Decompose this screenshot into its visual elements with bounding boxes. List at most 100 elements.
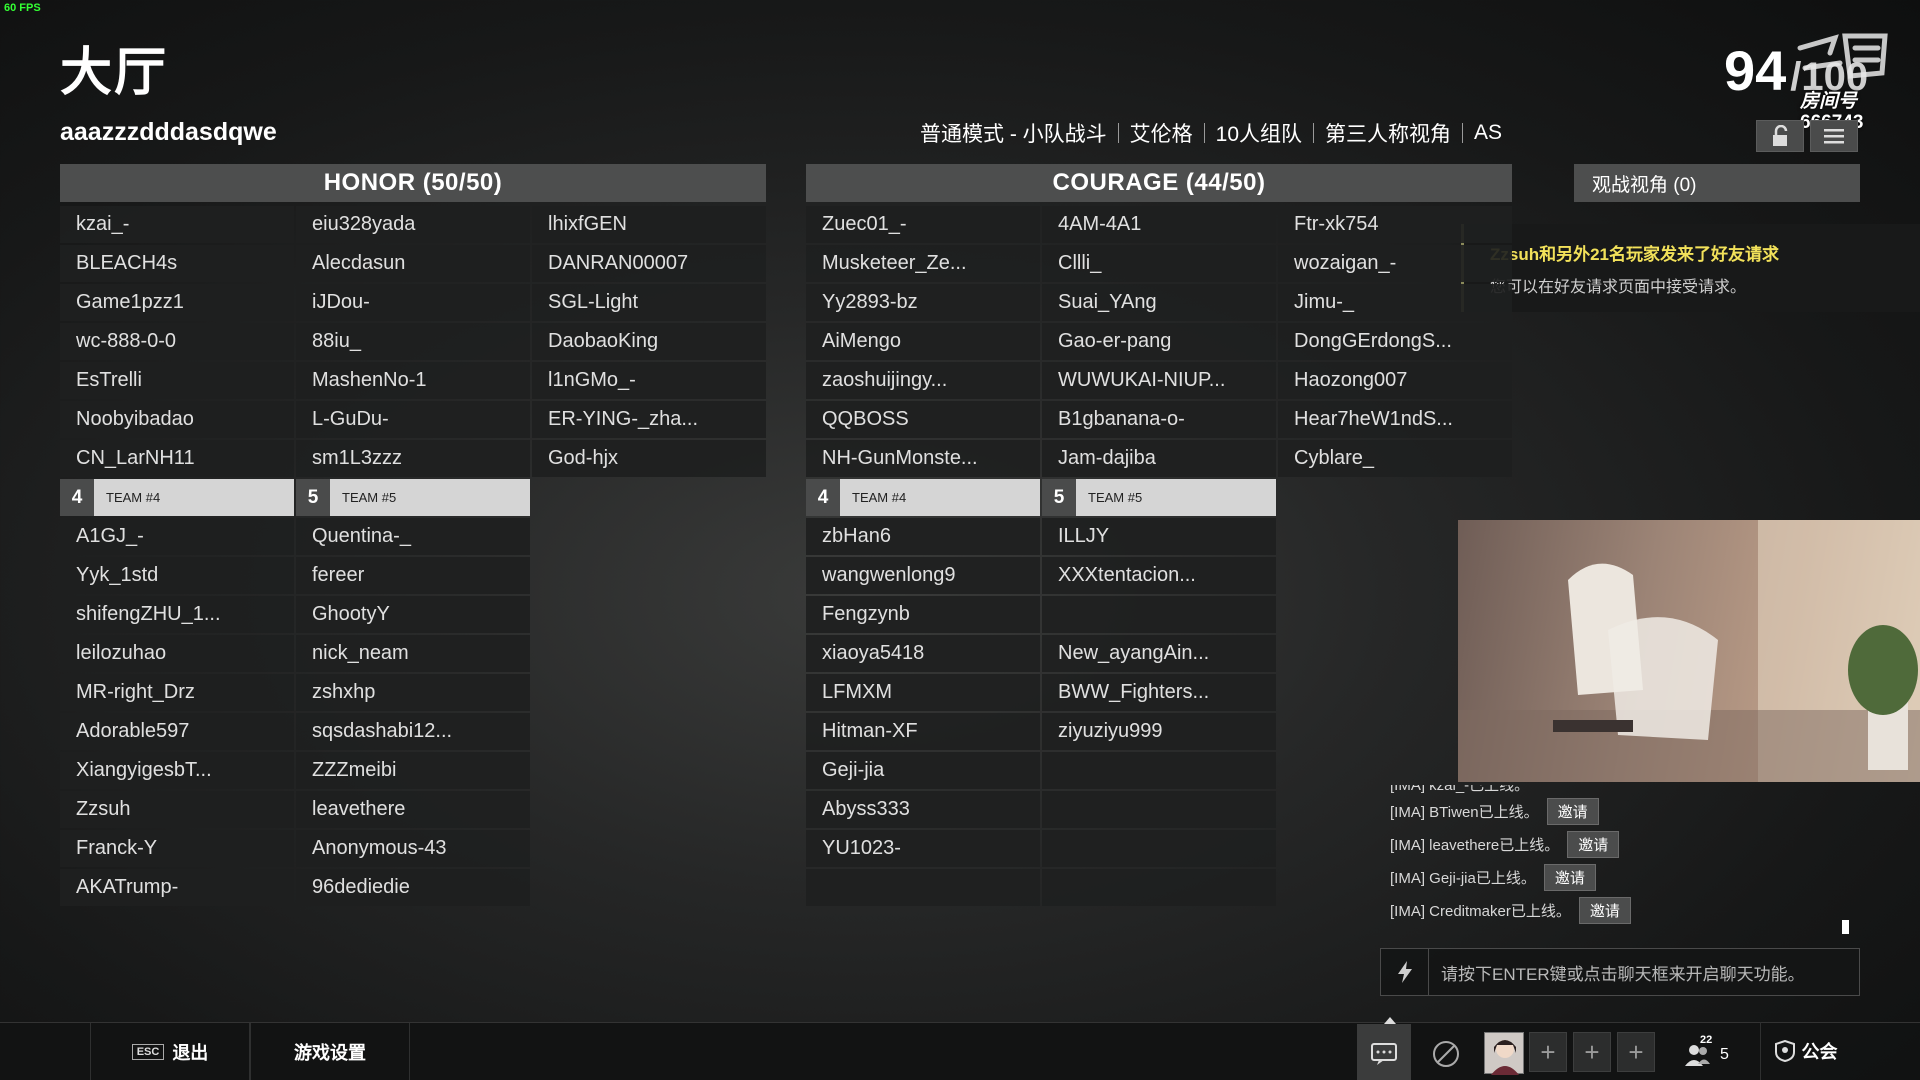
player-slot[interactable]: Zzsuh — [60, 791, 294, 828]
player-slot[interactable]: wc-888-0-0 — [60, 323, 294, 360]
player-slot[interactable]: fereer — [296, 557, 530, 594]
player-slot[interactable]: ER-YING-_zha... — [532, 401, 766, 438]
player-slot[interactable]: Alecdasun — [296, 245, 530, 282]
player-slot[interactable]: DANRAN00007 — [532, 245, 766, 282]
squad-header[interactable]: 5 TEAM #5 — [1042, 479, 1276, 516]
player-slot[interactable]: LFMXM — [806, 674, 1040, 711]
player-slot[interactable]: QQBOSS — [806, 401, 1040, 438]
exit-button[interactable]: ESC 退出 — [90, 1023, 250, 1080]
player-slot[interactable]: XiangyigesbT... — [60, 752, 294, 789]
player-slot[interactable]: Zuec01_- — [806, 206, 1040, 243]
player-slot[interactable]: zshxhp — [296, 674, 530, 711]
player-slot[interactable]: Cllli_ — [1042, 245, 1276, 282]
player-slot[interactable]: Cyblare_ — [1278, 440, 1512, 477]
player-slot[interactable]: MashenNo-1 — [296, 362, 530, 399]
add-teammate-slot-3[interactable]: + — [1617, 1032, 1655, 1072]
player-slot[interactable]: XXXtentacion... — [1042, 557, 1276, 594]
player-slot[interactable]: kzai_- — [60, 206, 294, 243]
player-slot[interactable]: 4AM-4A1 — [1042, 206, 1276, 243]
player-slot[interactable]: wozaigan_- — [1278, 245, 1512, 282]
player-slot[interactable]: lhixfGEN — [532, 206, 766, 243]
squad-header[interactable]: 4 TEAM #4 — [806, 479, 1040, 516]
add-teammate-slot-1[interactable]: + — [1529, 1032, 1567, 1072]
invite-button[interactable]: 邀请 — [1567, 831, 1620, 858]
player-slot[interactable]: MR-right_Drz — [60, 674, 294, 711]
player-slot[interactable]: sm1L3zzz — [296, 440, 530, 477]
player-slot[interactable]: sqsdashabi12... — [296, 713, 530, 750]
player-slot[interactable]: zbHan6 — [806, 518, 1040, 555]
player-slot[interactable]: Fengzynb — [806, 596, 1040, 633]
player-slot[interactable]: SGL-Light — [532, 284, 766, 321]
player-slot[interactable]: shifengZHU_1... — [60, 596, 294, 633]
player-slot[interactable] — [1042, 869, 1276, 906]
player-slot[interactable]: Haozong007 — [1278, 362, 1512, 399]
player-slot[interactable]: Yyk_1std — [60, 557, 294, 594]
player-slot[interactable]: GhootyY — [296, 596, 530, 633]
player-slot[interactable] — [1042, 791, 1276, 828]
player-slot[interactable]: 88iu_ — [296, 323, 530, 360]
player-slot[interactable]: eiu328yada — [296, 206, 530, 243]
player-slot[interactable]: Gao-er-pang — [1042, 323, 1276, 360]
game-settings-button[interactable]: 游戏设置 — [250, 1023, 410, 1080]
player-slot[interactable]: Quentina-_ — [296, 518, 530, 555]
player-slot[interactable]: wangwenlong9 — [806, 557, 1040, 594]
squad-header[interactable]: 4 TEAM #4 — [60, 479, 294, 516]
player-slot[interactable]: ZZZmeibi — [296, 752, 530, 789]
player-slot[interactable]: BLEACH4s — [60, 245, 294, 282]
player-slot[interactable]: ILLJY — [1042, 518, 1276, 555]
player-slot[interactable] — [1042, 752, 1276, 789]
player-slot[interactable]: Adorable597 — [60, 713, 294, 750]
player-slot[interactable] — [1042, 596, 1276, 633]
player-slot[interactable]: Noobyibadao — [60, 401, 294, 438]
player-slot[interactable]: leilozuhao — [60, 635, 294, 672]
player-slot[interactable]: L-GuDu- — [296, 401, 530, 438]
player-slot[interactable]: Franck-Y — [60, 830, 294, 867]
player-slot[interactable]: Yy2893-bz — [806, 284, 1040, 321]
friends-button[interactable]: 22 5 — [1682, 1034, 1742, 1072]
player-slot[interactable]: Suai_YAng — [1042, 284, 1276, 321]
player-slot[interactable]: AiMengo — [806, 323, 1040, 360]
player-slot[interactable]: nick_neam — [296, 635, 530, 672]
no-voice-button[interactable] — [1428, 1036, 1464, 1072]
menu-button[interactable] — [1810, 120, 1858, 152]
chat-scrollbar[interactable] — [1842, 920, 1849, 934]
player-slot[interactable]: Ftr-xk754 — [1278, 206, 1512, 243]
player-slot[interactable]: NH-GunMonste... — [806, 440, 1040, 477]
player-slot[interactable]: l1nGMo_- — [532, 362, 766, 399]
player-slot[interactable]: AKATrump- — [60, 869, 294, 906]
player-slot[interactable] — [806, 869, 1040, 906]
player-slot[interactable]: DaobaoKing — [532, 323, 766, 360]
invite-button[interactable]: 邀请 — [1543, 864, 1596, 891]
player-slot[interactable]: B1gbanana-o- — [1042, 401, 1276, 438]
chat-input[interactable]: 请按下ENTER键或点击聊天框来开启聊天功能。 — [1380, 948, 1860, 996]
player-slot[interactable]: xiaoya5418 — [806, 635, 1040, 672]
player-slot[interactable]: EsTrelli — [60, 362, 294, 399]
player-slot[interactable]: Anonymous-43 — [296, 830, 530, 867]
player-slot[interactable]: zaoshuijingy... — [806, 362, 1040, 399]
player-slot[interactable]: Abyss333 — [806, 791, 1040, 828]
lightning-icon[interactable] — [1381, 949, 1429, 995]
lock-button[interactable] — [1756, 120, 1804, 152]
player-slot[interactable] — [1042, 830, 1276, 867]
player-slot[interactable]: Hitman-XF — [806, 713, 1040, 750]
friend-request-notification[interactable]: Zzsuh和另外21名玩家发来了好友请求 您可以在好友请求页面中接受请求。 — [1461, 224, 1920, 312]
player-slot[interactable]: Musketeer_Ze... — [806, 245, 1040, 282]
player-slot[interactable]: Game1pzz1 — [60, 284, 294, 321]
player-slot[interactable]: WUWUKAI-NIUP... — [1042, 362, 1276, 399]
add-teammate-slot-2[interactable]: + — [1573, 1032, 1611, 1072]
player-slot[interactable]: leavethere — [296, 791, 530, 828]
player-slot[interactable]: Jimu-_ — [1278, 284, 1512, 321]
player-slot[interactable]: A1GJ_- — [60, 518, 294, 555]
player-slot[interactable]: ziyuziyu999 — [1042, 713, 1276, 750]
squad-header[interactable]: 5 TEAM #5 — [296, 479, 530, 516]
player-slot[interactable]: Jam-dajiba — [1042, 440, 1276, 477]
player-avatar[interactable] — [1484, 1032, 1524, 1075]
chat-toggle-button[interactable] — [1357, 1024, 1411, 1080]
player-slot[interactable]: Geji-jia — [806, 752, 1040, 789]
player-slot[interactable]: iJDou- — [296, 284, 530, 321]
player-slot[interactable]: CN_LarNH11 — [60, 440, 294, 477]
spectate-button[interactable]: 观战视角 (0) — [1574, 164, 1860, 202]
guild-button[interactable]: 公会 — [1760, 1022, 1850, 1080]
player-slot[interactable]: God-hjx — [532, 440, 766, 477]
player-slot[interactable]: BWW_Fighters... — [1042, 674, 1276, 711]
